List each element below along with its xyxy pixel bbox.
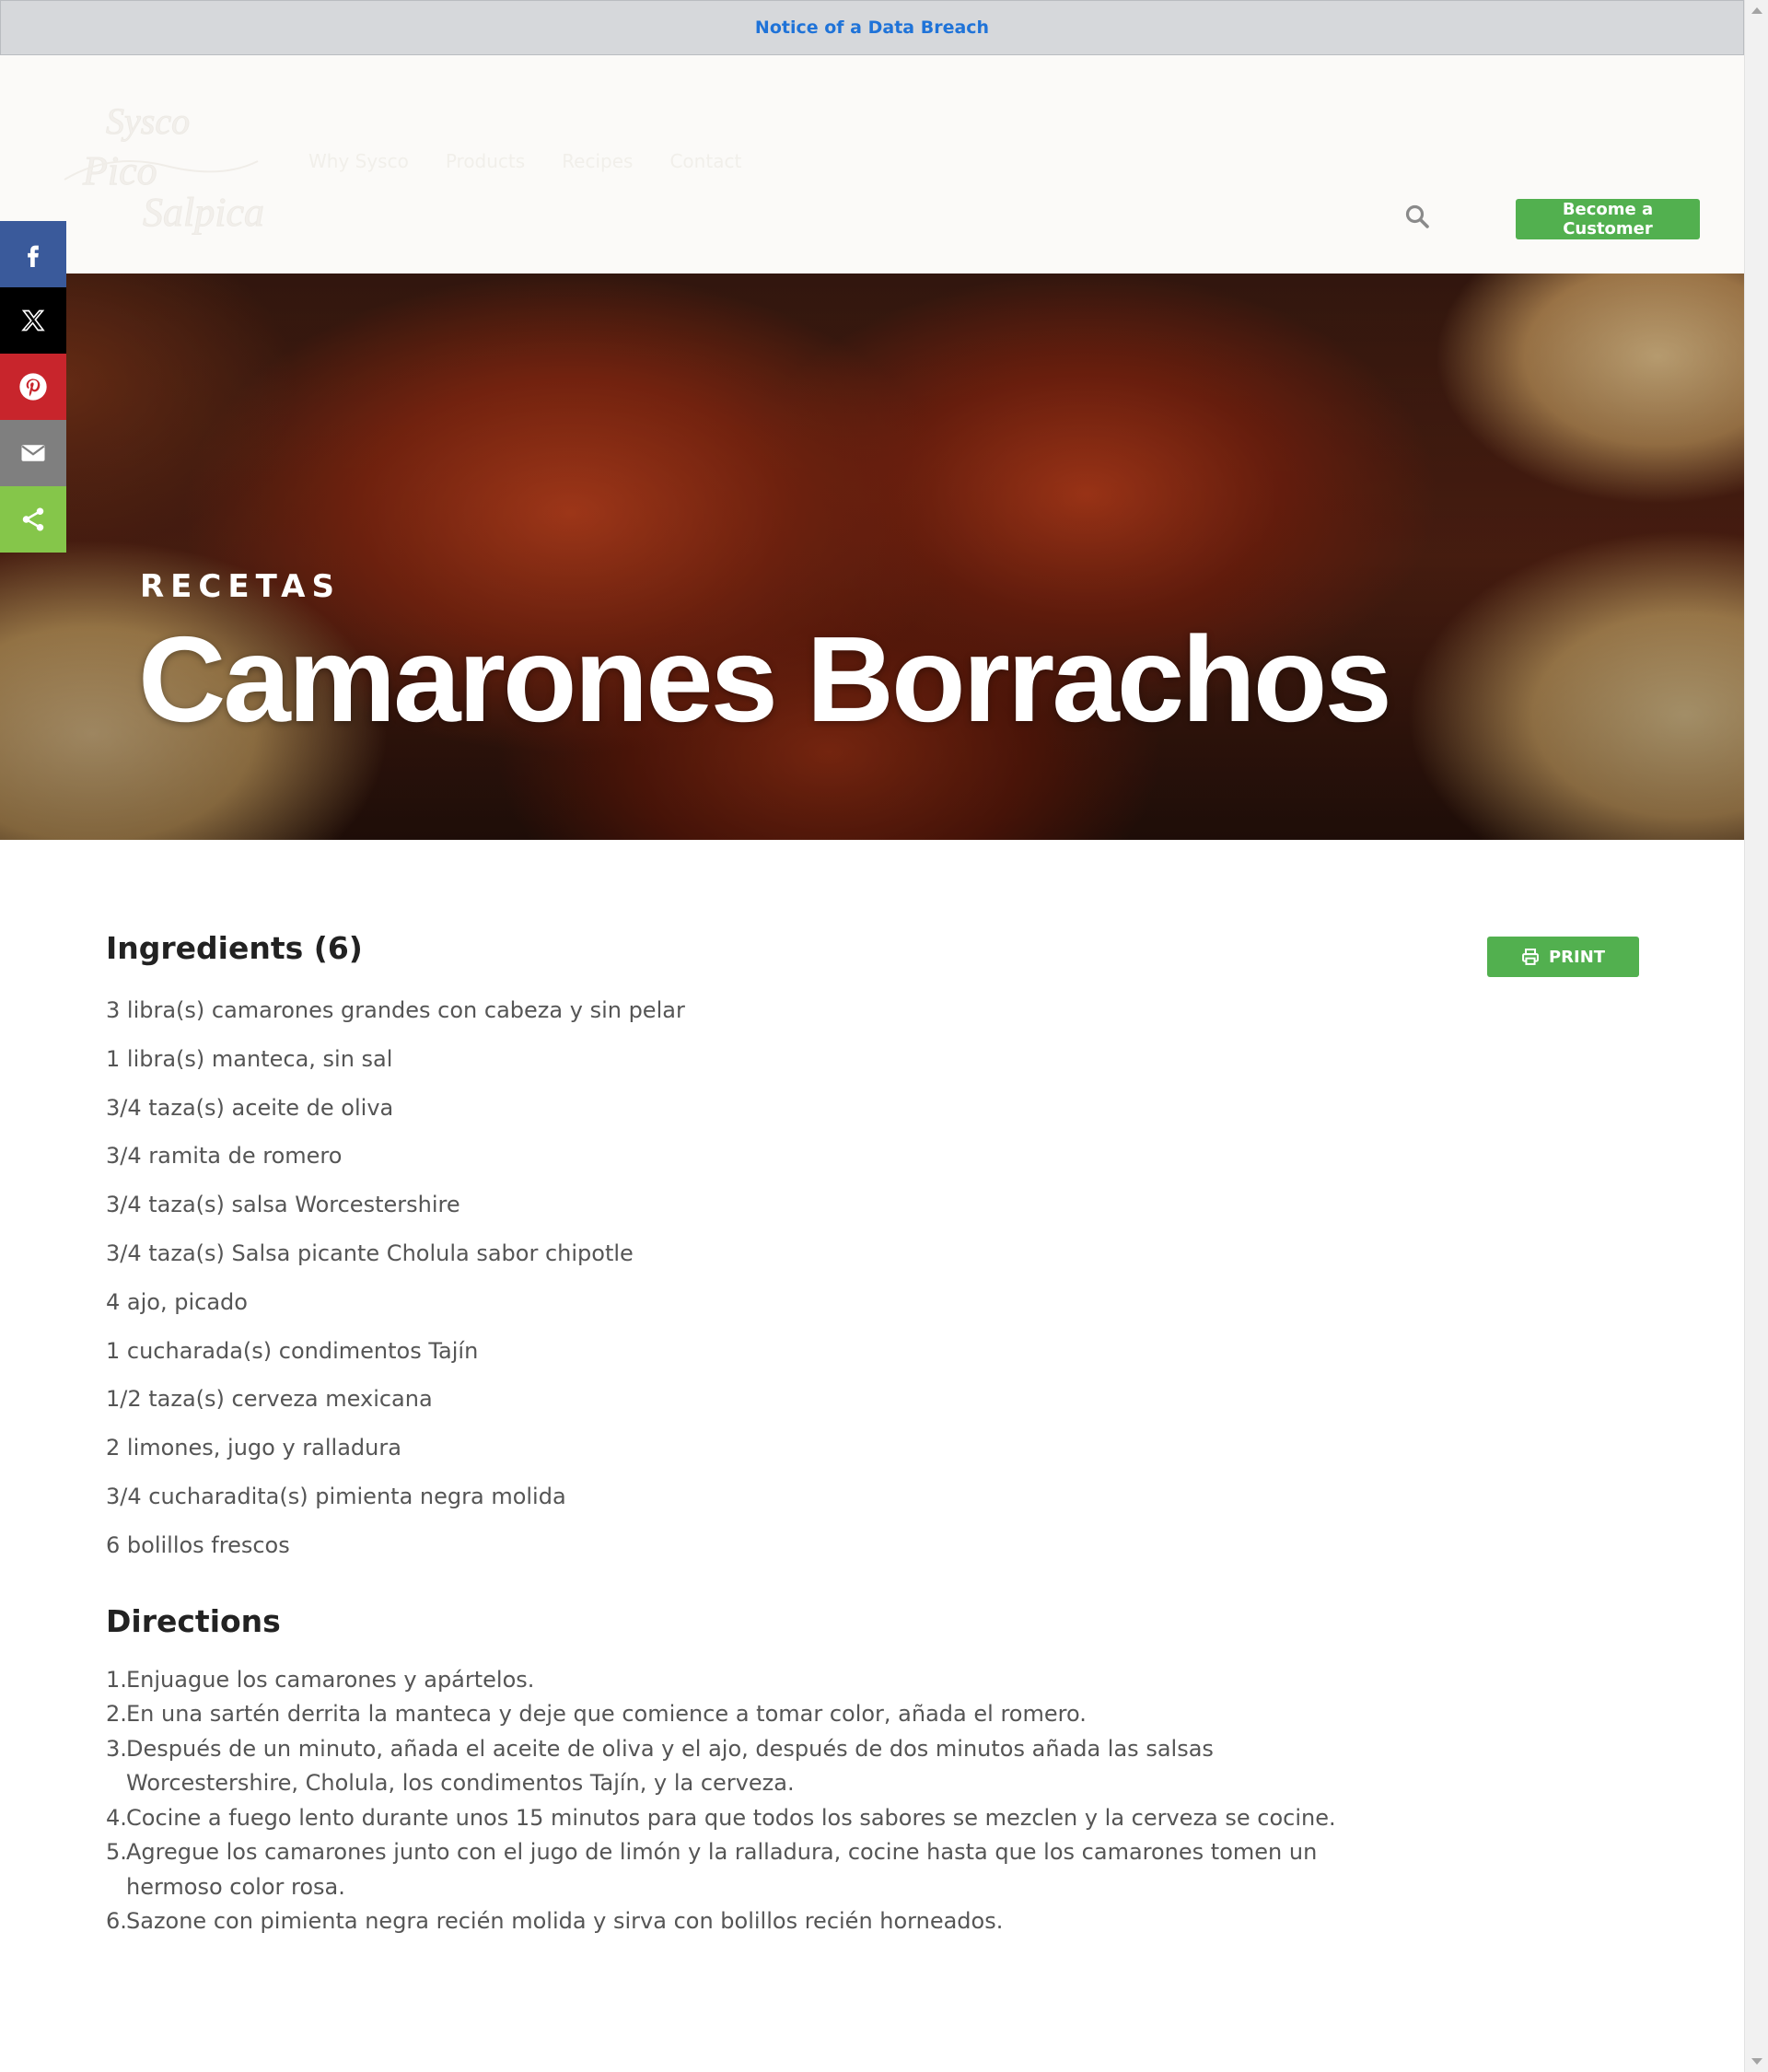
pinterest-icon — [19, 373, 47, 401]
print-label: PRINT — [1548, 947, 1606, 967]
svg-text:Salpica: Salpica — [143, 190, 264, 235]
direction-step: 4. Cocine a fuego lento durante unos 15 m… — [106, 1801, 1386, 1836]
ingredient-item: 3/4 cucharadita(s) pimienta negra molida — [106, 1483, 566, 1509]
share-sharethis-button[interactable] — [0, 486, 66, 553]
ingredient-item: 3 libra(s) camarones grandes con cabeza … — [106, 997, 685, 1023]
search-icon — [1405, 204, 1429, 228]
share-email-button[interactable] — [0, 420, 66, 486]
nav-item-contact[interactable]: Contact — [669, 150, 741, 172]
ingredient-item: 3/4 ramita de romero — [106, 1143, 343, 1170]
direction-step-text: Enjuague los camarones y apártelos. — [126, 1666, 535, 1693]
share-sidebar — [0, 221, 66, 553]
ingredient-item: 3/4 taza(s) aceite de oliva — [106, 1094, 394, 1121]
hero-banner: RECETAS Camarones Borrachos — [0, 274, 1744, 840]
share-facebook-button[interactable] — [0, 221, 66, 287]
direction-step: 1. Enjuague los camarones y apártelos. — [106, 1663, 1386, 1698]
direction-step-text: Cocine a fuego lento durante unos 15 min… — [126, 1804, 1336, 1831]
share-icon — [22, 507, 44, 531]
data-breach-notice-link[interactable]: Notice of a Data Breach — [755, 17, 989, 38]
search-button[interactable] — [1403, 203, 1431, 230]
share-x-button[interactable] — [0, 287, 66, 354]
hero-eyebrow: RECETAS — [140, 568, 341, 605]
ingredient-item: 6 bolillos frescos — [106, 1531, 290, 1558]
print-button[interactable]: PRINT — [1487, 937, 1639, 977]
nav-item-recipes[interactable]: Recipes — [562, 150, 633, 172]
facebook-icon — [28, 245, 39, 267]
ingredient-item: 1/2 taza(s) cerveza mexicana — [106, 1386, 433, 1413]
ingredient-item: 4 ajo, picado — [106, 1288, 248, 1315]
sysco-logo[interactable]: Sysco Pico Salpica — [55, 97, 267, 244]
direction-step: 5. Agregue los camarones junto con el jug… — [106, 1835, 1386, 1904]
direction-step-text: Agregue los camarones junto con el jugo … — [126, 1839, 1318, 1900]
direction-step-text: Después de un minuto, añada el aceite de… — [126, 1735, 1214, 1797]
scroll-down-icon[interactable] — [1751, 2058, 1762, 2065]
directions-heading: Directions — [106, 1602, 281, 1639]
scroll-up-icon[interactable] — [1751, 7, 1762, 14]
site-header: Sysco Pico Salpica Why Sysco Products Re… — [0, 55, 1744, 274]
direction-step: 3. Después de un minuto, añada el aceite … — [106, 1732, 1386, 1801]
ingredient-item: 1 libra(s) manteca, sin sal — [106, 1045, 393, 1072]
direction-step-text: Sazone con pimienta negra recién molida … — [126, 1908, 1004, 1935]
ingredients-heading: Ingredients (6) — [106, 930, 363, 966]
ingredient-item: 1 cucharada(s) condimentos Tajín — [106, 1337, 479, 1364]
share-pinterest-button[interactable] — [0, 354, 66, 420]
ingredient-item: 3/4 taza(s) salsa Worcestershire — [106, 1192, 460, 1218]
nav-item-why-sysco[interactable]: Why Sysco — [308, 150, 409, 172]
svg-text:Sysco: Sysco — [106, 100, 190, 142]
email-icon — [21, 445, 45, 461]
page-scrollbar[interactable] — [1744, 0, 1768, 2072]
nav-item-products[interactable]: Products — [446, 150, 525, 172]
direction-step-text: En una sartén derrita la manteca y deje … — [126, 1701, 1087, 1728]
ingredient-item: 2 limones, jugo y ralladura — [106, 1435, 401, 1461]
printer-icon — [1522, 949, 1539, 965]
become-customer-button[interactable]: Become a Customer — [1516, 199, 1700, 239]
recipe-content: Ingredients (6) PRINT 3 libra(s) camaron… — [106, 930, 1644, 1939]
ingredients-list: 3 libra(s) camarones grandes con cabeza … — [106, 986, 1644, 1570]
direction-step: 2. En una sartén derrita la manteca y dej… — [106, 1697, 1386, 1732]
recipe-title: Camarones Borrachos — [138, 611, 1392, 747]
ingredient-item: 3/4 taza(s) Salsa picante Cholula sabor … — [106, 1240, 634, 1266]
x-icon — [21, 309, 45, 332]
direction-step: 6. Sazone con pimienta negra recién molid… — [106, 1904, 1386, 1939]
hero-image-shrimp — [0, 274, 1744, 840]
main-nav: Why Sysco Products Recipes Contact — [308, 150, 741, 172]
svg-text:Pico: Pico — [82, 148, 157, 193]
notice-bar: Notice of a Data Breach — [0, 0, 1744, 55]
directions-list: 1. Enjuague los camarones y apártelos. 2.… — [106, 1663, 1386, 1939]
